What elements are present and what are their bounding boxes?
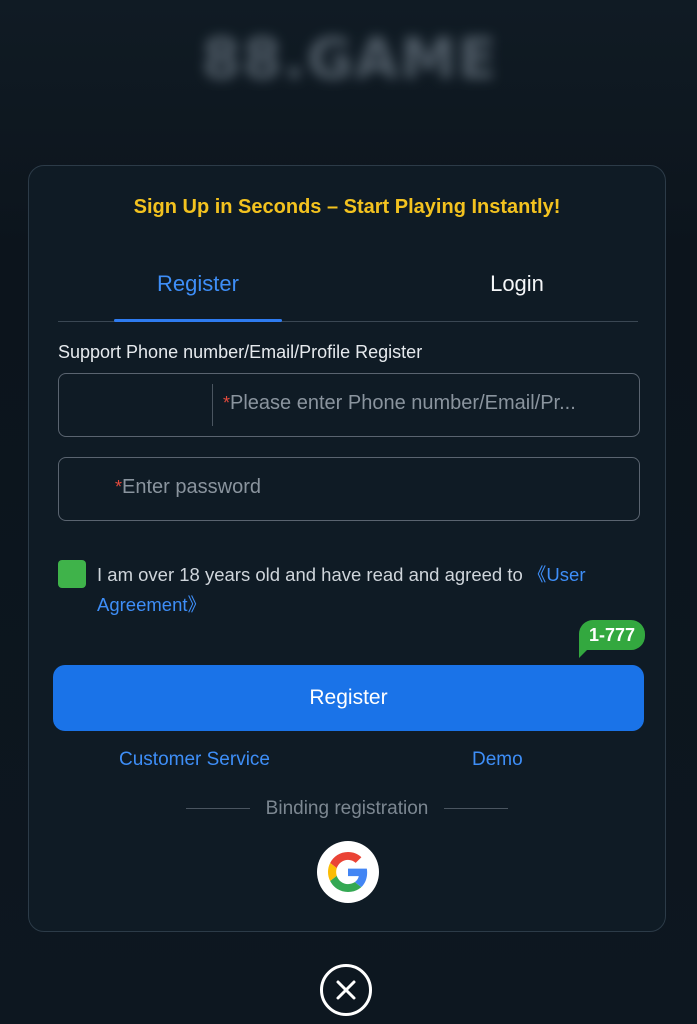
demo-link[interactable]: Demo [472,749,523,771]
required-mark: * [223,393,231,413]
promo-badge: 1-777 [579,620,646,658]
google-icon [328,852,368,892]
google-login-button[interactable] [317,841,379,903]
tab-register-label: Register [157,271,239,296]
customer-service-link[interactable]: Customer Service [119,749,270,771]
field-divider [212,384,213,426]
binding-label: Binding registration [265,798,429,819]
register-button[interactable]: Register [53,665,644,731]
binding-divider: Binding registration [29,798,665,820]
tab-register[interactable]: Register [114,254,282,322]
agreement-checkbox[interactable] [58,560,86,588]
country-code-selector[interactable] [59,374,212,436]
tab-login-label: Login [490,271,544,296]
password-placeholder: *Enter password [115,476,261,498]
tab-bar: Register Login [58,254,638,322]
blurred-logo: 88.GAME [201,27,499,92]
account-placeholder: *Please enter Phone number/Email/Pr... [223,392,576,414]
close-button[interactable] [320,964,372,1016]
register-modal: Sign Up in Seconds – Start Playing Insta… [28,165,666,932]
divider-line-left [185,808,250,810]
agreement-text: I am over 18 years old and have read and… [97,564,586,615]
divider-line-right [444,808,509,810]
close-icon [336,980,356,1000]
headline: Sign Up in Seconds – Start Playing Insta… [133,196,561,218]
account-field[interactable]: *Please enter Phone number/Email/Pr... [58,373,640,437]
support-text: Support Phone number/Email/Profile Regis… [58,342,423,362]
tab-login[interactable]: Login [442,254,592,320]
required-mark: * [115,477,123,497]
password-field[interactable]: *Enter password [58,457,640,521]
active-tab-indicator [114,319,282,322]
